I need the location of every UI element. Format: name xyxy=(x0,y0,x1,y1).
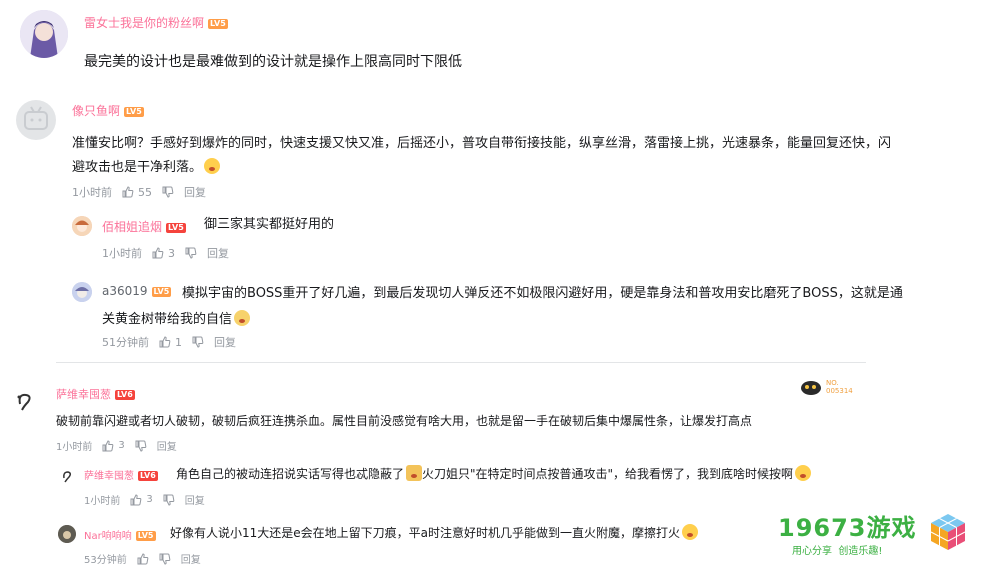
dislike-button[interactable] xyxy=(163,494,175,506)
comment-meta: 1小时前 3 回复 xyxy=(56,438,177,453)
divider xyxy=(56,362,866,363)
emoji-icon xyxy=(795,465,812,481)
reply-meta: 51分钟前 1 回复 xyxy=(102,334,236,350)
like-button[interactable]: 3 xyxy=(152,247,175,260)
reply-meta: 53分钟前 回复 xyxy=(84,551,201,566)
avatar[interactable] xyxy=(16,100,56,140)
thumbs-up-icon xyxy=(102,439,114,451)
comment-time: 1小时前 xyxy=(72,186,112,199)
fan-badge-label: NO. xyxy=(826,379,839,387)
comment-text-line: 避攻击也是干净利落。 xyxy=(72,156,891,180)
thumbs-up-icon xyxy=(122,186,134,198)
reply-button[interactable]: 回复 xyxy=(207,245,229,261)
level-badge: LV6 xyxy=(138,471,158,481)
thumbs-up-icon xyxy=(137,552,149,564)
reply-username[interactable]: 萨维幸囤葱 LV6 xyxy=(84,467,158,482)
like-button[interactable]: 3 xyxy=(102,439,125,452)
thumbs-down-icon xyxy=(135,440,147,452)
comment-username[interactable]: 像只鱼啊 LV5 xyxy=(72,102,144,119)
reply-text-line: 关黄金树带给我的自信 xyxy=(102,307,903,333)
like-count: 55 xyxy=(138,185,152,199)
fan-badge: NO. 005314 xyxy=(800,378,853,396)
fan-badge-icon xyxy=(801,381,821,395)
avatar-image xyxy=(72,216,92,236)
comment-text: 破韧前靠闪避或者切人破韧，破韧后疯狂连携杀血。属性目前没感觉有啥大用，也就是留一… xyxy=(56,414,753,428)
thumbs-down-icon xyxy=(192,336,204,348)
dislike-button[interactable] xyxy=(185,247,197,259)
reply-username[interactable]: 佰相姐追烟 LV5 xyxy=(102,218,186,235)
avatar[interactable] xyxy=(58,525,76,543)
reply-button[interactable]: 回复 xyxy=(214,334,236,350)
reply-time: 53分钟前 xyxy=(84,555,127,566)
thumbs-down-icon xyxy=(163,494,175,506)
reply-text: 角色自己的被动连招说实话写得也忒隐蔽了 火刀姐只"在特定时间点按普通攻击"，给我看… xyxy=(176,465,812,483)
reply-text: 御三家其实都挺好用的 xyxy=(204,217,335,232)
thumbs-up-icon xyxy=(152,247,164,259)
comment-text: 准懂安比啊？手感好到爆炸的同时，快速支援又快又准，后摇还小，普攻自带衔接技能，纵… xyxy=(72,132,891,180)
reply-time: 1小时前 xyxy=(84,496,121,507)
reply-text: 好像有人说小11大还是e会在地上留下刀痕，平a时注意好时机几乎能做到一直火附魔，… xyxy=(170,524,699,542)
level-badge: LV6 xyxy=(115,390,135,400)
default-avatar-icon xyxy=(24,106,48,130)
comment-text-line: 准懂安比啊？手感好到爆炸的同时，快速支援又快又准，后摇还小，普攻自带衔接技能，纵… xyxy=(72,136,892,151)
like-button[interactable]: 1 xyxy=(159,336,182,349)
avatar-image xyxy=(20,10,68,58)
like-count: 3 xyxy=(168,246,175,260)
reply-button[interactable]: 回复 xyxy=(184,184,206,200)
cube-logo-icon xyxy=(930,514,966,550)
thumbs-up-icon xyxy=(159,336,171,348)
emoji-icon xyxy=(682,524,699,540)
watermark-slogan: 用心分享 创造乐趣! xyxy=(792,546,883,557)
avatar[interactable] xyxy=(72,216,92,236)
like-button[interactable]: 55 xyxy=(122,186,152,199)
comment-username[interactable]: 萨维幸囤葱 LV6 xyxy=(56,386,135,402)
reply-meta: 1小时前 3 回复 xyxy=(84,492,205,507)
level-badge: LV5 xyxy=(124,106,144,117)
comment-username[interactable]: 雷女士我是你的粉丝啊 LV5 xyxy=(84,14,228,31)
watermark-logo: 19673游戏 用心分享 创造乐趣! xyxy=(778,508,974,564)
comment-meta: 1小时前 55 回复 xyxy=(72,184,206,200)
avatar-image xyxy=(72,282,92,302)
avatar-image xyxy=(17,393,31,411)
fan-badge-number: 005314 xyxy=(826,387,853,395)
avatar[interactable] xyxy=(60,468,74,483)
like-button[interactable] xyxy=(137,552,149,565)
reply-username[interactable]: Nar响响响 LV5 xyxy=(84,527,156,542)
watermark-brand: 19673游戏 xyxy=(778,514,917,542)
like-count: 3 xyxy=(146,494,153,505)
avatar-image xyxy=(58,525,76,543)
reply-button[interactable]: 回复 xyxy=(181,551,201,566)
like-count: 3 xyxy=(118,440,125,451)
emoji-icon xyxy=(234,310,251,326)
avatar[interactable] xyxy=(14,390,36,412)
comment-text: 最完美的设计也是最难做到的设计就是操作上限高同时下限低 xyxy=(84,54,462,70)
dislike-button[interactable] xyxy=(162,186,174,198)
thumbs-up-icon xyxy=(130,493,142,505)
comment-time: 1小时前 xyxy=(56,442,93,453)
reply-time: 51分钟前 xyxy=(102,336,149,349)
dislike-button[interactable] xyxy=(159,553,171,565)
like-button[interactable]: 3 xyxy=(130,493,153,506)
reply-meta: 1小时前 3 回复 xyxy=(102,245,229,261)
dislike-button[interactable] xyxy=(192,336,204,348)
level-badge: LV5 xyxy=(208,18,228,29)
thumbs-down-icon xyxy=(185,247,197,259)
emoji-icon xyxy=(204,158,221,174)
avatar[interactable] xyxy=(72,282,92,302)
reply-button[interactable]: 回复 xyxy=(157,438,177,453)
level-badge: LV5 xyxy=(166,222,186,233)
reply-text: 模拟宇宙的BOSS重开了好几遍，到最后发现切人弹反还不如极限闪避好用，硬是靠身法… xyxy=(102,281,903,333)
reply-button[interactable]: 回复 xyxy=(185,492,205,507)
like-count: 1 xyxy=(175,335,182,349)
emoji-icon xyxy=(406,465,423,481)
reply-time: 1小时前 xyxy=(102,247,142,260)
dislike-button[interactable] xyxy=(135,440,147,452)
reply-text-line: 模拟宇宙的BOSS重开了好几遍，到最后发现切人弹反还不如极限闪避好用，硬是靠身法… xyxy=(182,286,903,301)
avatar[interactable] xyxy=(20,10,68,58)
thumbs-down-icon xyxy=(162,186,174,198)
thumbs-down-icon xyxy=(159,553,171,565)
avatar-image xyxy=(63,471,72,483)
level-badge: LV5 xyxy=(135,531,156,541)
